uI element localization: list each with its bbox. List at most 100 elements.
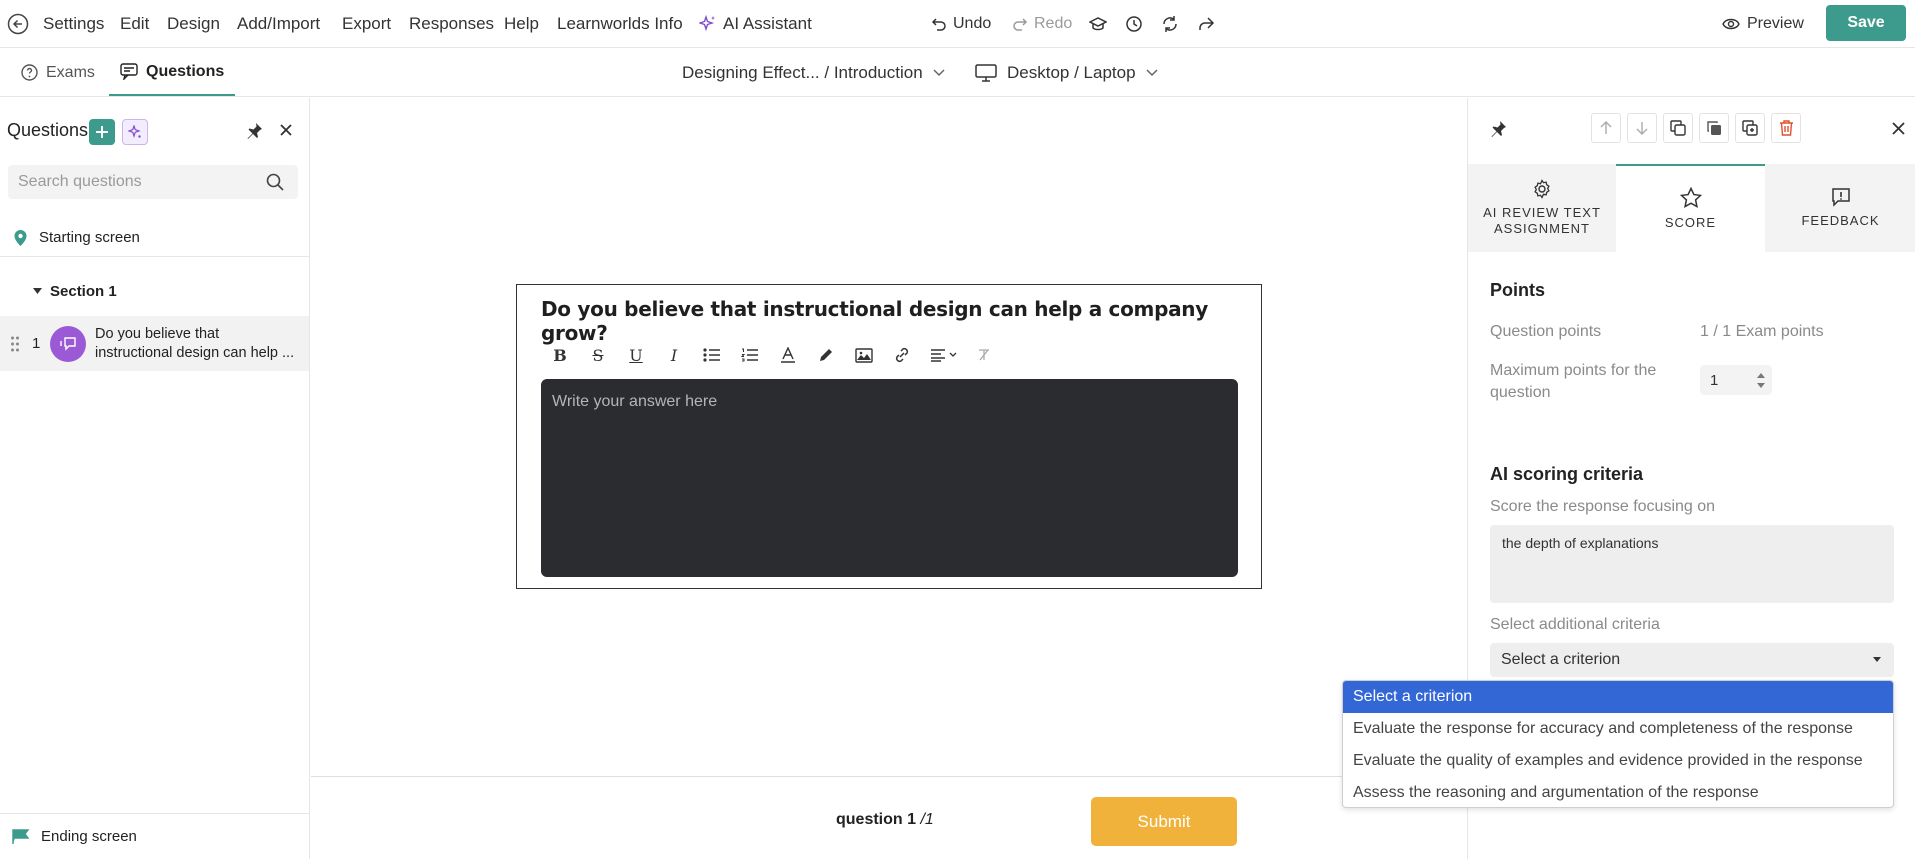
criteria-select[interactable]: Select a criterion [1490,643,1894,677]
clear-format-icon[interactable] [965,341,1003,369]
answer-input[interactable] [541,379,1238,577]
criteria-option[interactable]: Evaluate the response for accuracy and c… [1343,713,1893,745]
back-icon[interactable] [7,13,29,35]
menu-help[interactable]: Help [504,0,539,48]
tab-exams[interactable]: Exams [21,49,95,96]
search-icon[interactable] [266,173,284,191]
question-counter: question 1 /1 [836,811,934,828]
monitor-icon [975,63,997,82]
bullet-list-icon[interactable] [693,341,731,369]
sidebar-title: Questions [7,120,89,140]
underline-icon[interactable]: U [617,341,655,369]
stack-icon [1706,120,1722,136]
copy-icon [1670,120,1686,136]
copy-to-button[interactable] [1699,113,1729,143]
flag-icon [12,828,30,845]
chevron-down-icon [933,68,945,77]
pencil-icon[interactable] [807,341,845,369]
tab-ai-review[interactable]: AI REVIEW TEXT ASSIGNMENT [1468,164,1616,252]
sparkle-icon [128,125,142,139]
points-heading: Points [1490,280,1546,300]
duplicate-button[interactable] [1663,113,1693,143]
pin-icon[interactable] [245,122,263,140]
bold-icon[interactable]: B [541,341,579,369]
arrow-up-icon [1600,121,1612,135]
search-questions [8,165,298,199]
share-icon[interactable] [1197,15,1215,33]
chevron-down-icon [1146,68,1158,77]
star-icon [1679,187,1702,209]
redo-icon [1012,16,1028,32]
refresh-icon[interactable] [1161,15,1179,33]
ai-assistant-button[interactable]: AI Assistant [699,0,812,48]
delete-button[interactable] [1771,113,1801,143]
question-number: 1 [32,335,41,352]
text-assignment-icon [50,325,86,362]
starting-screen-item[interactable]: Starting screen [0,219,309,257]
ending-screen-item[interactable]: Ending screen [0,813,309,859]
max-points-label: Maximum points for the question [1490,362,1657,401]
preview-button[interactable]: Preview [1722,10,1804,38]
question-points-label: Question points [1490,323,1602,340]
ai-generate-button[interactable] [122,119,148,145]
close-icon[interactable] [1892,122,1905,135]
caret-down-icon [33,288,42,294]
menu-settings[interactable]: Settings [43,0,104,48]
undo-button[interactable]: Undo [931,0,991,48]
secondary-bar: Exams Questions Designing Effect... / In… [0,49,1915,97]
italic-icon[interactable]: I [655,341,693,369]
tab-score[interactable]: SCORE [1616,164,1765,252]
drag-handle-icon[interactable] [10,335,20,353]
align-icon[interactable] [921,341,965,369]
copy-plus-icon [1742,120,1758,136]
course-breadcrumb-select[interactable]: Designing Effect... / Introduction [682,49,945,96]
criteria-option[interactable]: Assess the reasoning and argumentation o… [1343,777,1893,807]
menu-add-import[interactable]: Add/Import [237,0,320,48]
undo-icon [931,16,947,32]
save-button[interactable]: Save [1826,5,1906,41]
graduation-cap-icon[interactable] [1089,15,1107,33]
numbered-list-icon[interactable] [731,341,769,369]
question-list-item[interactable]: 1 Do you believe that instructional desi… [0,316,309,371]
question-canvas: Do you believe that instructional design… [311,98,1466,859]
menu-edit[interactable]: Edit [120,0,149,48]
history-icon[interactable] [1125,15,1143,33]
top-menu-bar: Settings Edit Design Add/Import Export R… [0,0,1915,48]
additional-criteria-label: Select additional criteria [1490,616,1660,633]
move-down-button[interactable] [1627,113,1657,143]
menu-learnworlds-info[interactable]: Learnworlds Info [557,0,683,48]
plus-icon [95,125,109,139]
device-select[interactable]: Desktop / Laptop [975,49,1158,96]
criteria-option[interactable]: Select a criterion [1343,681,1893,713]
arrow-down-icon [1636,121,1648,135]
add-question-button[interactable] [89,119,115,145]
tab-questions[interactable]: Questions [109,49,236,96]
image-icon[interactable] [845,341,883,369]
close-icon[interactable] [279,123,293,137]
pin-icon[interactable] [1489,120,1507,138]
menu-design[interactable]: Design [167,0,220,48]
location-pin-icon [13,229,28,247]
move-to-button[interactable] [1735,113,1765,143]
answer-editor [541,379,1238,577]
tab-feedback[interactable]: FEEDBACK [1765,164,1915,252]
feedback-icon [1831,187,1851,207]
menu-responses[interactable]: Responses [409,0,494,48]
strikethrough-icon[interactable]: S [579,341,617,369]
submit-button[interactable]: Submit [1091,797,1237,846]
question-points-value: 1 / 1 Exam points [1700,323,1824,340]
search-input[interactable] [8,165,248,199]
link-icon[interactable] [883,341,921,369]
section-item[interactable]: Section 1 [0,272,309,310]
move-up-button[interactable] [1591,113,1621,143]
max-points-stepper[interactable]: 1 [1700,365,1772,395]
redo-button[interactable]: Redo [1012,0,1072,48]
sparkle-icon [699,15,717,33]
stepper-arrows-icon[interactable] [1756,372,1766,389]
text-color-icon[interactable] [769,341,807,369]
criteria-option[interactable]: Evaluate the quality of examples and evi… [1343,745,1893,777]
focus-criteria-field[interactable]: the depth of explanations [1490,525,1894,603]
menu-export[interactable]: Export [342,0,391,48]
rich-text-toolbar: B S U I [541,341,1003,369]
settings-tabs: AI REVIEW TEXT ASSIGNMENT SCORE FEEDBACK [1468,164,1915,252]
